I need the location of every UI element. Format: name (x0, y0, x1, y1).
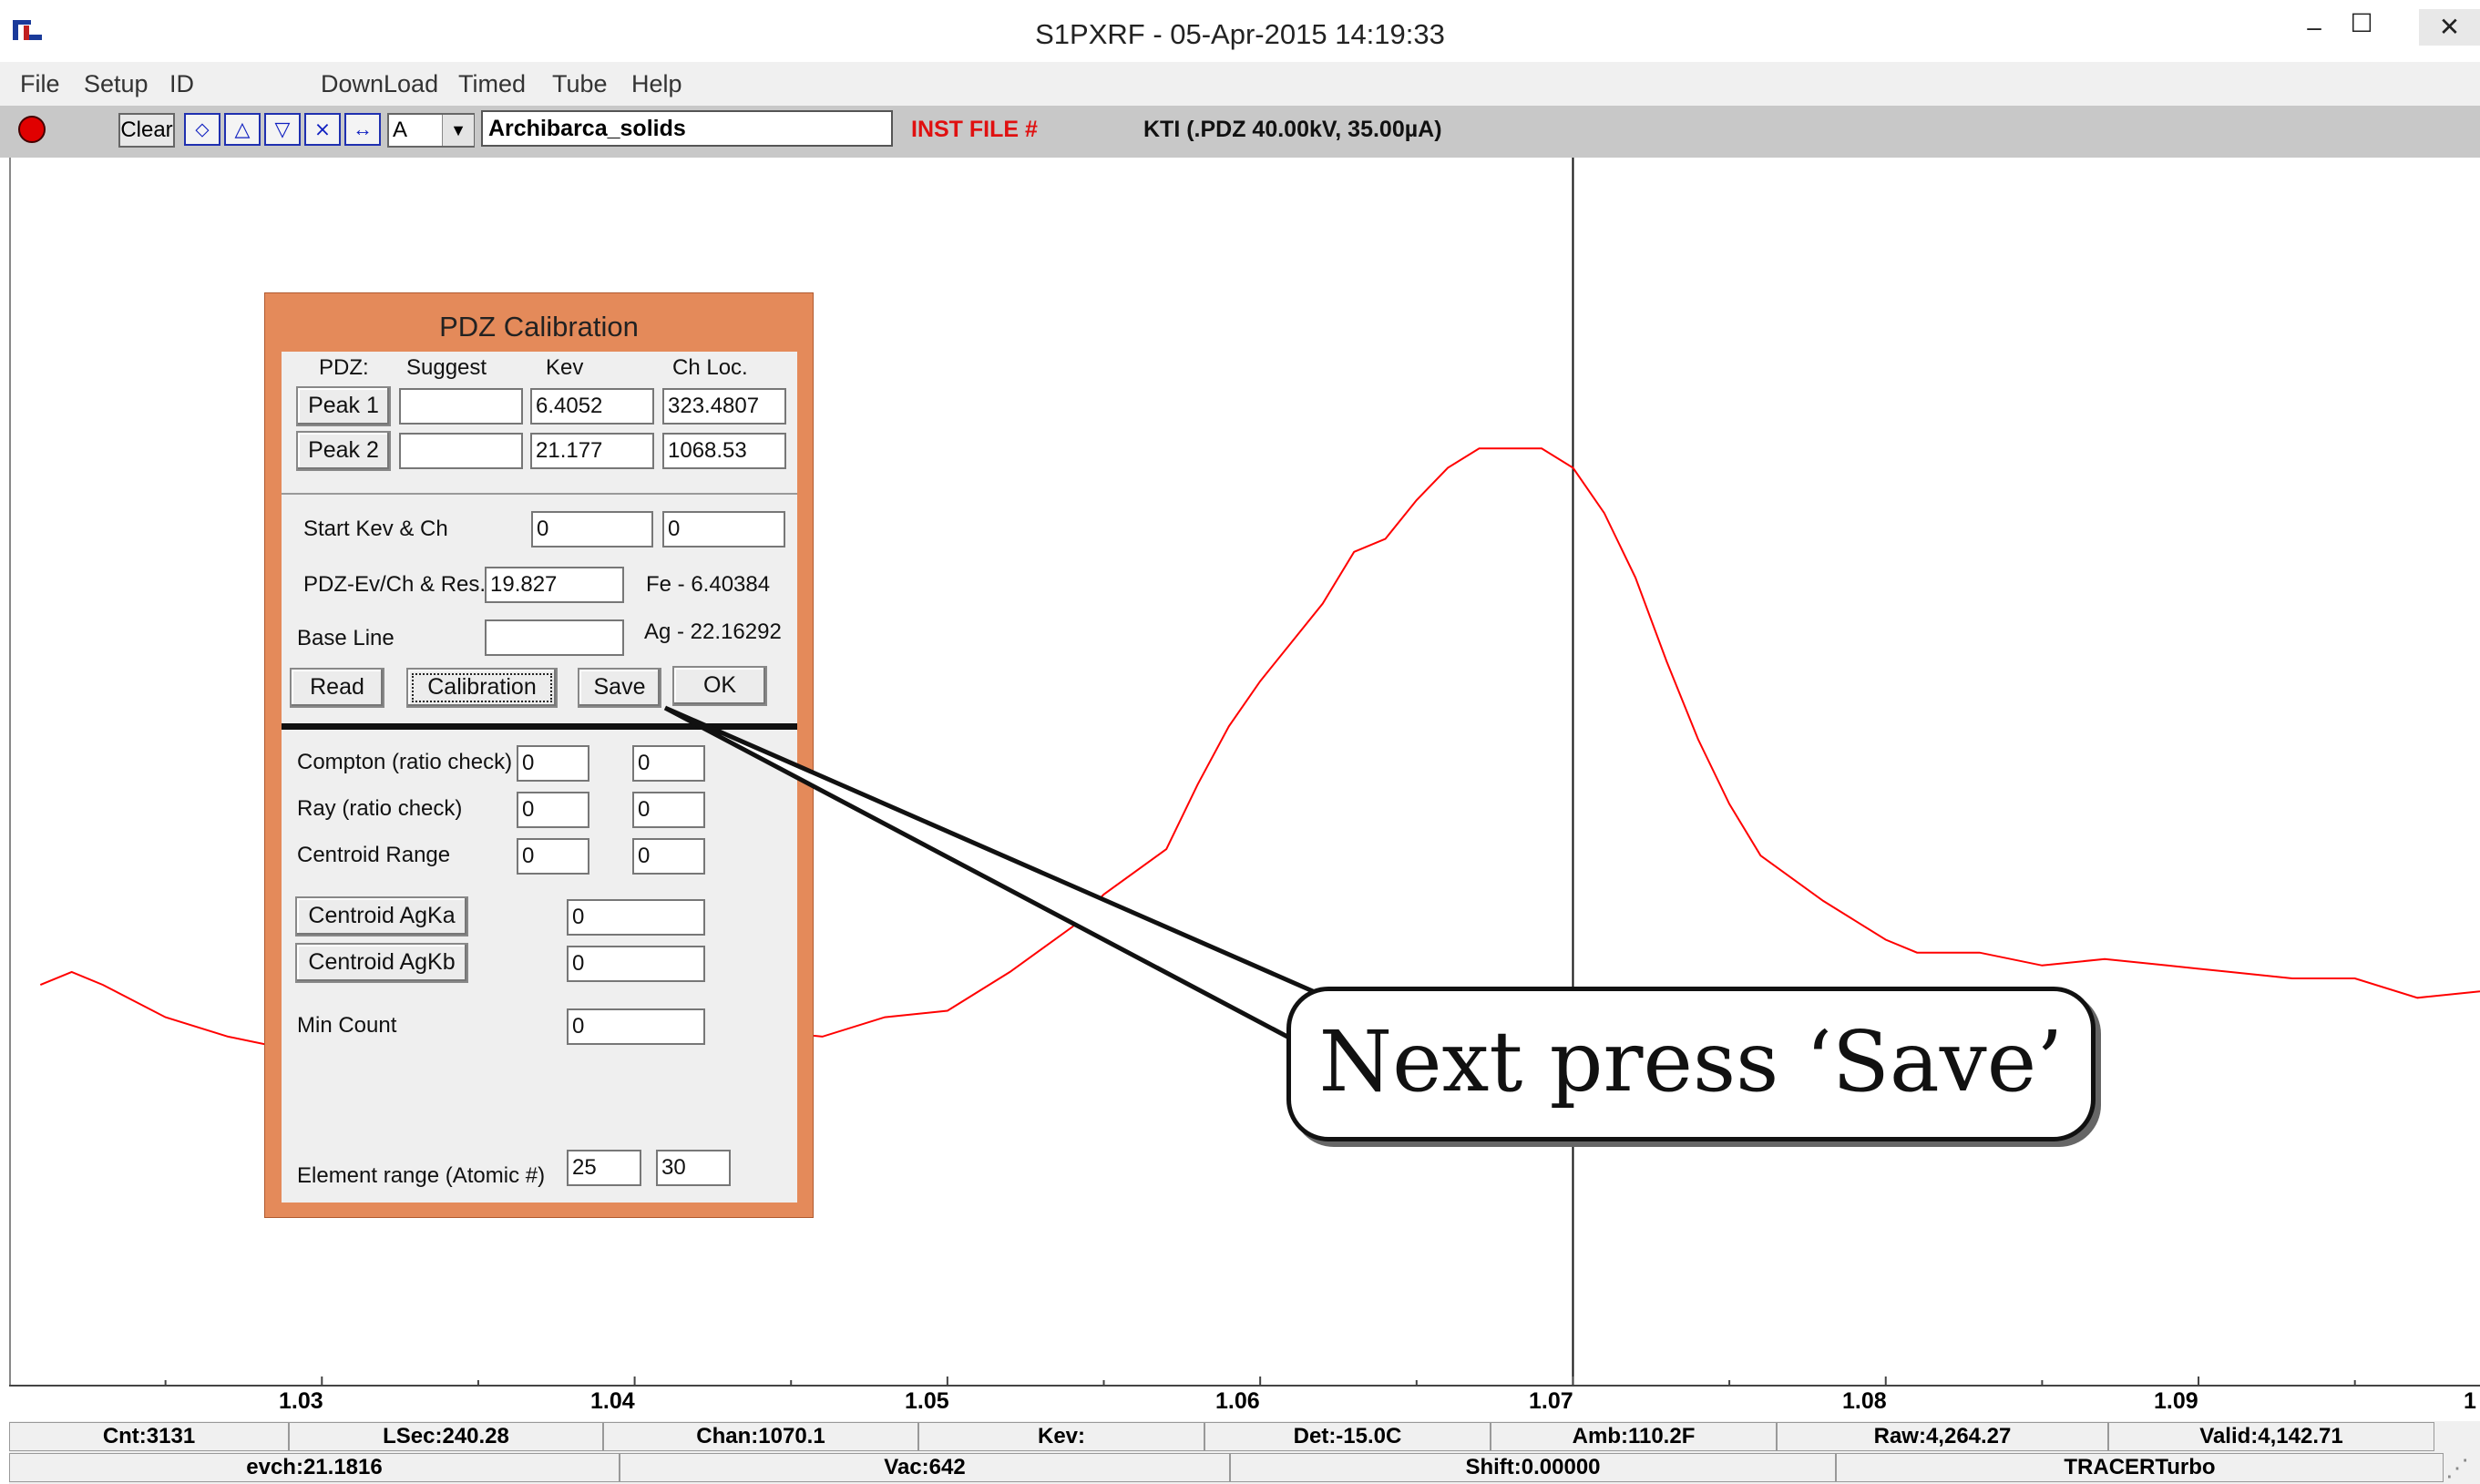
callout-text: Next press ‘Save’ (1318, 1013, 2064, 1110)
callout-pointer-mask (1298, 999, 1317, 1039)
